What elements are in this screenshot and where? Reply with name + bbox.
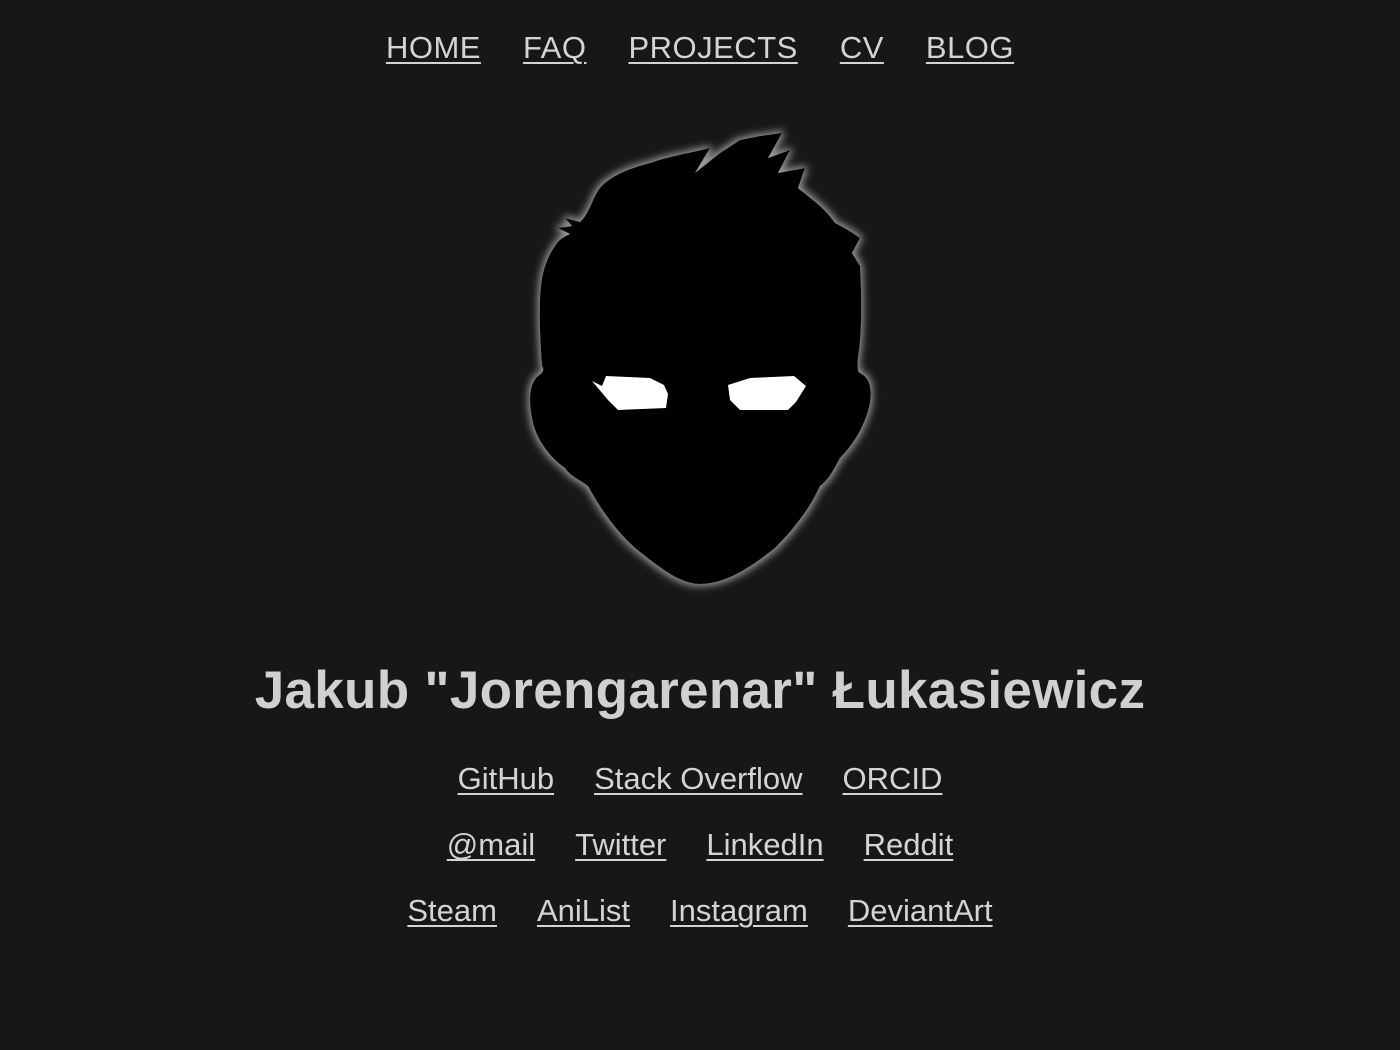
- links-row-contact: @mail Twitter LinkedIn Reddit: [0, 827, 1400, 863]
- nav-faq-link[interactable]: FAQ: [523, 30, 587, 66]
- anilist-link[interactable]: AniList: [537, 893, 630, 929]
- github-link[interactable]: GitHub: [458, 761, 554, 797]
- top-nav: HOME FAQ PROJECTS CV BLOG: [0, 30, 1400, 66]
- linkedin-link[interactable]: LinkedIn: [706, 827, 823, 863]
- steam-link[interactable]: Steam: [407, 893, 497, 929]
- links-row-hobby: Steam AniList Instagram DeviantArt: [0, 893, 1400, 929]
- head-shape: [530, 133, 871, 584]
- nav-projects-link[interactable]: PROJECTS: [628, 30, 797, 66]
- twitter-link[interactable]: Twitter: [575, 827, 666, 863]
- nav-blog-link[interactable]: BLOG: [926, 30, 1014, 66]
- orcid-link[interactable]: ORCID: [843, 761, 943, 797]
- links-row-dev: GitHub Stack Overflow ORCID: [0, 761, 1400, 797]
- deviantart-link[interactable]: DeviantArt: [848, 893, 993, 929]
- stack-overflow-link[interactable]: Stack Overflow: [594, 761, 802, 797]
- page: HOME FAQ PROJECTS CV BLOG Jakub "Jorenga…: [0, 0, 1400, 1050]
- nav-home-link[interactable]: HOME: [386, 30, 481, 66]
- instagram-link[interactable]: Instagram: [670, 893, 808, 929]
- avatar: [510, 128, 890, 598]
- profile-name: Jakub "Jorengarenar" Łukasiewicz: [254, 661, 1146, 720]
- nav-cv-link[interactable]: CV: [840, 30, 884, 66]
- silhouette-head-icon: [530, 133, 871, 584]
- mail-link[interactable]: @mail: [447, 827, 535, 863]
- reddit-link[interactable]: Reddit: [864, 827, 954, 863]
